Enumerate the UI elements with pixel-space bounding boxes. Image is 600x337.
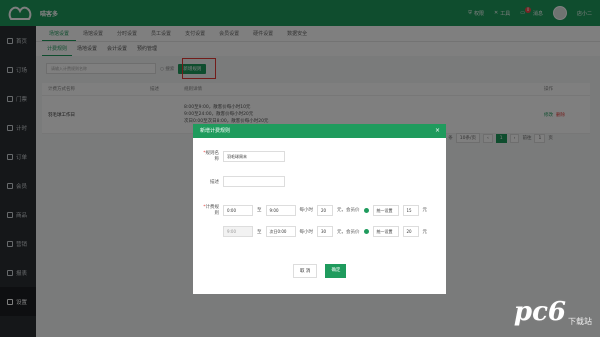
description-input[interactable]	[223, 176, 285, 187]
confirm-button[interactable]: 确定	[325, 264, 347, 278]
cancel-button[interactable]: 取 消	[293, 264, 318, 278]
price-input[interactable]: 30	[317, 226, 333, 237]
help-icon[interactable]	[363, 207, 369, 213]
help-icon[interactable]	[363, 229, 369, 234]
end-time-select[interactable]: 次日0:00	[265, 226, 296, 237]
member-mode-select[interactable]: 统一设置	[372, 204, 399, 216]
start-time-select[interactable]: 0:00	[223, 204, 253, 216]
desc-row: 描述	[199, 176, 285, 187]
member-price-input[interactable]: 20	[402, 226, 419, 237]
member-mode-select[interactable]: 统一设置	[372, 226, 399, 237]
rule-row-2: 9:00 至 次日0:00 每小时 30 元，会员价 统一设置 20 元	[199, 226, 427, 237]
start-time-select: 9:00	[223, 226, 253, 237]
watermark-logo: pc6	[513, 297, 566, 327]
dialog-buttons: 取 消 确定	[293, 264, 347, 278]
site-watermark: pc6 下载站	[514, 297, 592, 327]
rule-row-1: *计费规则 0:00 至 9:00 每小时 20 元，会员价 统一设置 15 元	[203, 204, 427, 216]
watermark-text: 下载站	[568, 317, 592, 326]
price-input[interactable]: 20	[317, 204, 333, 216]
close-icon[interactable]: ×	[435, 124, 440, 138]
end-time-select[interactable]: 9:00	[265, 204, 296, 216]
dialog-header: 新增计费规则 ×	[193, 124, 446, 138]
new-rule-dialog: 新增计费规则 × *规则名称 羽毛球周末 描述 *计费规则 0:00 至 9:0…	[193, 124, 446, 294]
member-price-input[interactable]: 15	[402, 204, 419, 216]
rule-name-input[interactable]: 羽毛球周末	[223, 150, 285, 162]
name-row: *规则名称 羽毛球周末	[199, 150, 285, 162]
